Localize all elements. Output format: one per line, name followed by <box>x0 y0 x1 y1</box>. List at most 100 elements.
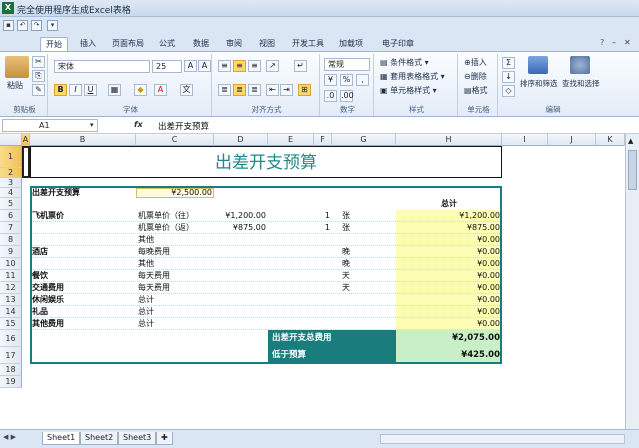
decrease-decimal-icon[interactable]: .00 <box>340 90 354 102</box>
conditional-format-button[interactable]: ▤ 条件格式 ▾ <box>380 57 429 68</box>
align-right-icon[interactable]: ≣ <box>248 84 261 96</box>
delete-cells-button[interactable]: ⊖删除 <box>464 71 487 82</box>
font-color-icon[interactable]: A <box>154 84 167 96</box>
format-cells-button[interactable]: ▤格式 <box>464 85 488 96</box>
align-center-icon[interactable]: ≣ <box>233 84 246 96</box>
bold-icon[interactable]: B <box>54 84 67 96</box>
align-middle-icon[interactable]: ≡ <box>233 60 246 72</box>
fill-icon[interactable]: ↓ <box>502 71 515 83</box>
find-select-button[interactable]: 查找和选择 <box>562 78 600 89</box>
font-size-dropdown[interactable]: 25 <box>152 60 182 73</box>
column-header[interactable]: H <box>396 134 502 146</box>
clear-icon[interactable]: ◇ <box>502 85 515 97</box>
row-header[interactable]: 17 <box>0 347 22 364</box>
row-header[interactable]: 18 <box>0 364 22 376</box>
row-header[interactable]: 2 <box>0 168 22 178</box>
find-select-icon[interactable] <box>570 56 590 74</box>
column-header[interactable]: F <box>314 134 332 146</box>
function-icon[interactable]: fx <box>134 120 143 129</box>
sheet-tab-2[interactable]: Sheet2 <box>80 432 119 445</box>
undo-icon[interactable]: ↶ <box>17 20 28 31</box>
paste-icon[interactable] <box>5 56 29 78</box>
tab-page-layout[interactable]: 页面布局 <box>109 37 147 51</box>
wrap-text-icon[interactable]: ↵ <box>294 60 307 72</box>
row-header[interactable]: 8 <box>0 234 22 246</box>
increase-decimal-icon[interactable]: .0 <box>324 90 337 102</box>
tab-insert[interactable]: 插入 <box>76 37 100 51</box>
column-header[interactable]: C <box>136 134 214 146</box>
column-header[interactable]: J <box>548 134 596 146</box>
horizontal-scrollbar[interactable] <box>380 434 625 444</box>
currency-icon[interactable]: ¥ <box>324 74 337 86</box>
close-workbook-icon[interactable]: ✕ <box>624 38 631 47</box>
column-header[interactable]: I <box>502 134 548 146</box>
align-bottom-icon[interactable]: ≡ <box>248 60 261 72</box>
italic-icon[interactable]: I <box>69 84 82 96</box>
cell-styles-button[interactable]: ▣ 单元格样式 ▾ <box>380 85 437 96</box>
tab-developer[interactable]: 开发工具 <box>288 37 328 51</box>
insert-cells-button[interactable]: ⊕插入 <box>464 57 487 68</box>
name-box[interactable]: A1 <box>2 119 98 132</box>
comma-icon[interactable]: , <box>356 74 369 86</box>
customize-qat-icon[interactable]: ▾ <box>47 20 58 31</box>
row-header[interactable]: 4 <box>0 188 22 198</box>
tab-addins[interactable]: 加载项 <box>336 37 366 51</box>
column-header[interactable]: B <box>30 134 136 146</box>
percent-icon[interactable]: % <box>340 74 353 86</box>
copy-icon[interactable]: ⎘ <box>32 70 45 82</box>
scroll-thumb[interactable] <box>628 150 637 190</box>
cut-icon[interactable]: ✂ <box>32 56 45 68</box>
format-as-table-button[interactable]: ▦ 套用表格格式 ▾ <box>380 71 445 82</box>
worksheet-grid[interactable]: ABCDEFGHIJK 1 2 3 4 5 6 7 8 9 10 11 12 13 14 15 16 17 18 1… <box>0 134 625 429</box>
row-header[interactable]: 19 <box>0 376 22 388</box>
column-header[interactable]: K <box>596 134 625 146</box>
sheet-tab-3[interactable]: Sheet3 <box>118 432 157 445</box>
grow-font-icon[interactable]: A <box>184 60 197 72</box>
tab-formulas[interactable]: 公式 <box>155 37 179 51</box>
align-top-icon[interactable]: ≡ <box>218 60 231 72</box>
row-header[interactable]: 10 <box>0 258 22 270</box>
row-header[interactable]: 15 <box>0 318 22 330</box>
number-format-dropdown[interactable]: 常规 <box>324 58 370 71</box>
row-header[interactable]: 12 <box>0 282 22 294</box>
row-header[interactable]: 3 <box>0 178 22 188</box>
row-header[interactable]: 7 <box>0 222 22 234</box>
insert-sheet-icon[interactable]: ✚ <box>156 432 173 445</box>
minimize-ribbon-icon[interactable]: – <box>612 38 616 47</box>
formula-input[interactable]: 出差开支预算 <box>158 120 209 132</box>
row-header[interactable]: 13 <box>0 294 22 306</box>
tab-e-seal[interactable]: 电子印章 <box>378 37 418 51</box>
column-header[interactable]: G <box>332 134 396 146</box>
fill-color-icon[interactable]: ◆ <box>134 84 147 96</box>
paste-button[interactable]: 粘贴 <box>7 80 23 91</box>
row-header[interactable]: 5 <box>0 198 22 210</box>
sort-filter-icon[interactable] <box>528 56 548 74</box>
decrease-indent-icon[interactable]: ⇤ <box>266 84 279 96</box>
orientation-icon[interactable]: ↗ <box>266 60 279 72</box>
column-header[interactable]: A <box>22 134 30 146</box>
sort-filter-button[interactable]: 排序和筛选 <box>520 78 558 89</box>
column-header[interactable]: D <box>214 134 268 146</box>
row-header[interactable]: 11 <box>0 270 22 282</box>
align-left-icon[interactable]: ≣ <box>218 84 231 96</box>
help-icon[interactable]: ? <box>600 38 604 47</box>
vertical-scrollbar[interactable]: ▲ <box>625 134 639 429</box>
merge-center-icon[interactable]: ⊞ <box>298 84 311 96</box>
shrink-font-icon[interactable]: A <box>198 60 211 72</box>
tab-view[interactable]: 视图 <box>255 37 279 51</box>
tab-data[interactable]: 数据 <box>189 37 213 51</box>
column-header[interactable]: E <box>268 134 314 146</box>
sheet-nav-icon[interactable]: ◀ ▶ <box>3 433 16 441</box>
underline-icon[interactable]: U <box>84 84 97 96</box>
redo-icon[interactable]: ↷ <box>31 20 42 31</box>
border-icon[interactable]: ▦ <box>108 84 121 96</box>
row-header[interactable]: 9 <box>0 246 22 258</box>
select-all-corner[interactable] <box>0 134 22 146</box>
increase-indent-icon[interactable]: ⇥ <box>280 84 293 96</box>
row-header[interactable]: 16 <box>0 330 22 347</box>
tab-review[interactable]: 审阅 <box>222 37 246 51</box>
tab-home[interactable]: 开始 <box>40 37 68 51</box>
phonetic-icon[interactable]: 文 <box>180 84 193 96</box>
row-header[interactable]: 1 <box>0 146 22 168</box>
row-header[interactable]: 6 <box>0 210 22 222</box>
